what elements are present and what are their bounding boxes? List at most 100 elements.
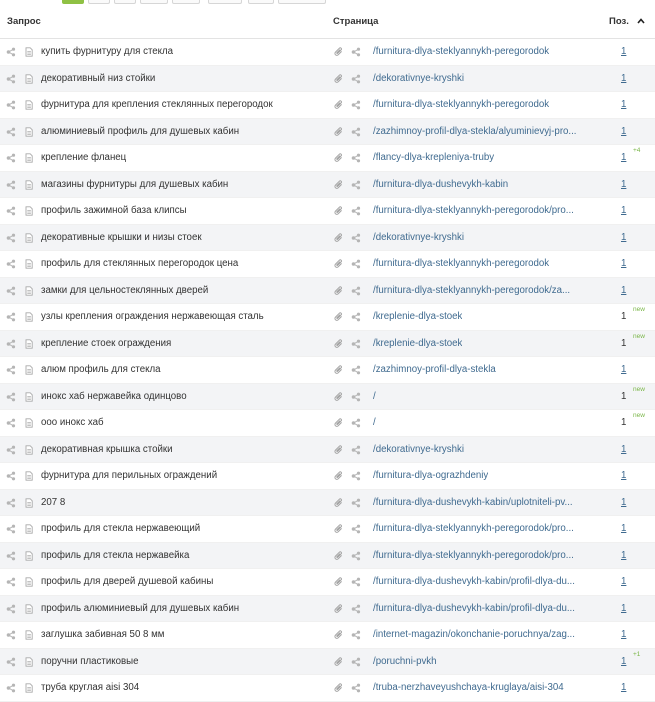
position-value[interactable]: 1 [621,251,626,276]
position-value[interactable]: 1 [621,675,626,700]
share-icon[interactable] [6,524,16,534]
paperclip-icon[interactable] [334,206,344,216]
paperclip-icon[interactable] [334,47,344,57]
paperclip-icon[interactable] [334,683,344,693]
share-icon[interactable] [6,392,16,402]
page-tab-active[interactable] [62,0,84,4]
paperclip-icon[interactable] [334,259,344,269]
document-icon[interactable] [24,391,34,402]
page-url-link[interactable]: /furnitura-dlya-steklyannykh-peregorodok [373,39,549,64]
share-icon[interactable] [351,471,361,481]
share-icon[interactable] [351,127,361,137]
paperclip-icon[interactable] [334,630,344,640]
share-icon[interactable] [351,551,361,561]
paperclip-icon[interactable] [334,656,344,667]
document-icon[interactable] [24,153,34,163]
page-url-link[interactable]: /furnitura-dlya-dushevykh-kabin/uplotnit… [373,490,573,515]
share-icon[interactable] [6,339,16,349]
position-value[interactable]: 1 [621,198,626,223]
document-icon[interactable] [24,179,34,190]
share-icon[interactable] [6,233,16,243]
page-url-link[interactable]: /truba-nerzhaveyushchaya-kruglaya/aisi-3… [373,675,564,700]
page-url-link[interactable]: /furnitura-dlya-dushevykh-kabin/profil-d… [373,569,575,594]
share-icon[interactable] [351,233,361,243]
position-value[interactable]: 1 [621,543,626,568]
share-icon[interactable] [6,657,16,667]
paperclip-icon[interactable] [334,73,344,84]
share-icon[interactable] [6,365,16,375]
position-value[interactable]: 1 [621,278,626,303]
share-icon[interactable] [351,657,361,667]
page-url-link[interactable]: /furnitura-dlya-steklyannykh-peregorodok… [373,543,574,568]
page-url-link[interactable]: /furnitura-dlya-steklyannykh-peregorodok [373,92,549,117]
paperclip-icon[interactable] [334,497,344,508]
document-icon[interactable] [24,47,34,57]
position-value[interactable]: 1 [621,172,626,197]
paperclip-icon[interactable] [334,577,344,587]
share-icon[interactable] [351,286,361,296]
paperclip-icon[interactable] [334,471,344,481]
share-icon[interactable] [6,47,16,57]
share-icon[interactable] [6,418,16,428]
share-icon[interactable] [351,498,361,508]
document-icon[interactable] [24,100,34,110]
position-value[interactable]: 1 [621,119,626,144]
share-icon[interactable] [351,392,361,402]
position-value[interactable]: 1 [621,516,626,541]
page-url-link[interactable]: /poruchni-pvkh [373,649,437,674]
position-value[interactable]: 1 [621,145,626,170]
share-icon[interactable] [351,180,361,190]
document-icon[interactable] [24,497,34,508]
share-icon[interactable] [6,153,16,163]
page-url-link[interactable]: / [373,410,376,435]
position-value[interactable]: 1 [621,490,626,515]
document-icon[interactable] [24,471,34,481]
paperclip-icon[interactable] [334,285,344,296]
document-icon[interactable] [24,338,34,349]
page-url-link[interactable]: /zazhimnoy-profil-dlya-stekla/alyuminiev… [373,119,577,144]
share-icon[interactable] [6,604,16,614]
share-icon[interactable] [6,259,16,269]
document-icon[interactable] [24,126,34,137]
position-value[interactable]: 1 [621,225,626,250]
share-icon[interactable] [6,180,16,190]
share-icon[interactable] [351,47,361,57]
paperclip-icon[interactable] [334,312,344,322]
document-icon[interactable] [24,444,34,455]
document-icon[interactable] [24,603,34,614]
page-tab[interactable] [248,0,274,4]
share-icon[interactable] [6,630,16,640]
share-icon[interactable] [351,577,361,587]
document-icon[interactable] [24,365,34,375]
position-value[interactable]: 1 [621,622,626,647]
paperclip-icon[interactable] [334,603,344,614]
position-value[interactable]: 1 [621,463,626,488]
page-url-link[interactable]: /furnitura-dlya-dushevykh-kabin [373,172,508,197]
share-icon[interactable] [351,259,361,269]
document-icon[interactable] [24,418,34,428]
position-value[interactable]: 1 [621,66,626,91]
document-icon[interactable] [24,683,34,693]
page-url-link[interactable]: /zazhimnoy-profil-dlya-stekla [373,357,496,382]
document-icon[interactable] [24,206,34,216]
share-icon[interactable] [351,604,361,614]
share-icon[interactable] [351,630,361,640]
page-url-link[interactable]: /furnitura-dlya-steklyannykh-peregorodok… [373,516,574,541]
share-icon[interactable] [6,286,16,296]
position-value[interactable]: 1 [621,357,626,382]
position-value[interactable]: 1 [621,569,626,594]
share-icon[interactable] [6,127,16,137]
share-icon[interactable] [351,339,361,349]
paperclip-icon[interactable] [334,126,344,137]
paperclip-icon[interactable] [334,365,344,375]
page-url-link[interactable]: /dekorativnye-kryshki [373,66,464,91]
share-icon[interactable] [6,471,16,481]
share-icon[interactable] [351,100,361,110]
page-url-link[interactable]: /kreplenie-dlya-stoek [373,331,462,356]
share-icon[interactable] [351,74,361,84]
share-icon[interactable] [6,551,16,561]
page-tab[interactable] [140,0,168,4]
position-value[interactable]: 1 [621,596,626,621]
paperclip-icon[interactable] [334,232,344,243]
paperclip-icon[interactable] [334,444,344,455]
